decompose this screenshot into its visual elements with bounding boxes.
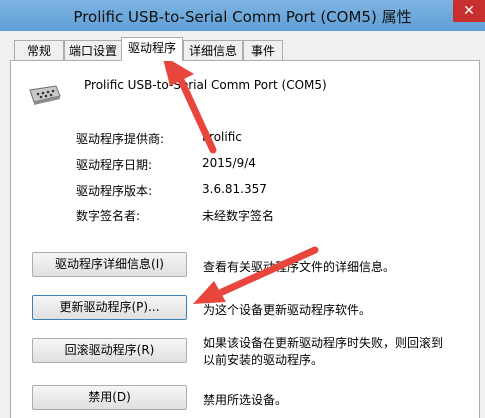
device-name: Prolific USB-to-Serial Comm Port (COM5) [84,78,327,92]
signer-label: 数字签名者: [76,209,141,223]
rollback-driver-button[interactable]: 回滚驱动程序(R) [32,338,187,363]
rollback-driver-description-line1: 如果该设备在更新驱动程序时失败，则回滚到 [203,336,444,350]
tab-driver[interactable]: 驱动程序 [121,37,183,61]
rollback-driver-description-line2: 以前安装的驱动程序。 [203,353,324,367]
version-value: 3.6.81.357 [202,182,267,196]
version-label: 驱动程序版本: [76,184,153,198]
tab-port-settings[interactable]: 端口设置 [64,40,122,60]
window-title: Prolific USB-to-Serial Comm Port (COM5) … [73,8,412,26]
provider-label: 驱动程序提供商: [76,132,165,146]
close-icon: ✕ [463,3,475,19]
tab-details[interactable]: 详细信息 [183,40,243,60]
update-driver-button[interactable]: 更新驱动程序(P)... [32,295,187,320]
close-button[interactable]: ✕ [453,0,485,22]
driver-details-description: 查看有关驱动程序文件的详细信息。 [203,260,396,274]
signer-value: 未经数字签名 [202,209,275,223]
provider-value: Prolific [202,130,242,144]
date-label: 驱动程序日期: [76,158,153,172]
tab-events[interactable]: 事件 [243,40,283,60]
driver-details-button[interactable]: 驱动程序详细信息(I) [32,252,187,277]
disable-description: 禁用所选设备。 [203,393,288,407]
update-driver-description: 为这个设备更新驱动程序软件。 [203,303,372,317]
tab-general[interactable]: 常规 [14,40,64,60]
date-value: 2015/9/4 [202,156,256,170]
title-bar: Prolific USB-to-Serial Comm Port (COM5) … [0,0,485,31]
serial-port-icon [29,85,61,105]
disable-button[interactable]: 禁用(D) [32,385,187,410]
